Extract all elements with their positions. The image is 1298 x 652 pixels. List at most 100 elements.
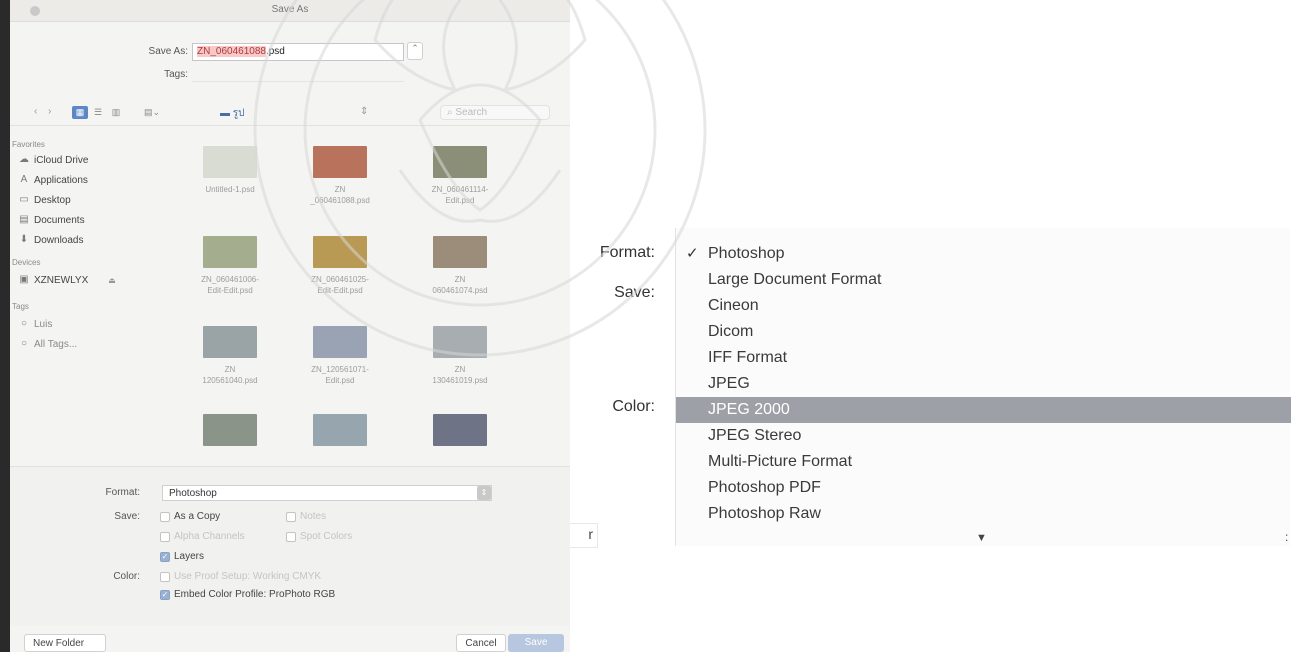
embed-color-profile-checkbox[interactable]: ✓ Embed Color Profile: ProPhoto RGB [160,589,335,600]
checkbox-label: Embed Color Profile: ProPhoto RGB [174,589,336,600]
checkmark-icon: ✓ [160,551,170,562]
folder-icon: ▬ [220,108,233,119]
tags-label: Tags: [164,69,188,80]
spot-colors-checkbox[interactable]: Spot Colors [286,531,352,542]
sidebar-item-all-tags[interactable]: ○ All Tags... [18,338,77,350]
location-chevron-icon[interactable]: ⇕ [360,106,368,117]
format-select[interactable]: Photoshop ⇕ [162,485,492,501]
checkmark-icon: ✓ [686,245,699,262]
checkbox-label: Layers [174,551,205,562]
file-name: Untitled-1.psd [205,185,255,194]
tags-field[interactable] [192,68,404,82]
file-item[interactable] [180,414,280,446]
sidebar-item-label: XZNEWLYX [34,274,89,286]
checkbox-label: Alpha Channels [174,531,245,542]
menu-item-label: JPEG [708,375,750,392]
file-thumbnail [313,326,367,358]
save-as-label: Save As: [148,46,188,57]
list-view-icon[interactable]: ☰ [90,106,106,119]
layers-checkbox[interactable]: ✓ Layers [160,551,204,562]
filename-input[interactable]: ZN_060461088.psd [192,43,404,61]
menu-item-label: Cineon [708,297,759,314]
icon-view-icon[interactable]: ▦ [72,106,88,119]
menu-item-dicom[interactable]: Dicom [676,319,1291,345]
notes-checkbox[interactable]: Notes [286,511,326,522]
file-item[interactable] [410,414,510,446]
menu-item-jpeg[interactable]: JPEG [676,371,1291,397]
expand-dialog-button[interactable]: ⌃ [407,42,423,60]
menu-item-photoshop-raw[interactable]: Photoshop Raw [676,501,1291,527]
file-thumbnail [203,414,257,446]
menu-item-label: JPEG 2000 [708,401,790,418]
back-icon[interactable]: ‹ [34,106,37,117]
menu-item-multi-picture-format[interactable]: Multi-Picture Format [676,449,1291,475]
file-item[interactable]: ZN _060461088.psd [290,146,390,206]
cropped-text: r [588,526,593,542]
file-name: ZN 060461074.psd [432,275,488,295]
select-arrows-icon: ⇕ [477,486,491,500]
sidebar-item-label: Documents [34,214,85,226]
checkbox-box [160,531,170,542]
file-item[interactable]: ZN_120561071- Edit.psd [290,326,390,386]
browser-toolbar: ‹ › ▦ ☰ ▥ ▤⌄ ▬ รูป ⇕ ⌕ Search [10,100,570,126]
eject-icon[interactable]: ⏏ [108,276,116,285]
format-menu-zoom: Format: Save: Color: ✓ Photoshop Large Do… [570,228,1298,548]
downloads-icon: ⬇ [19,234,29,245]
applications-icon: A [20,174,28,185]
location-popup[interactable]: ▬ รูป [220,106,245,121]
alpha-channels-checkbox[interactable]: Alpha Channels [160,531,245,542]
file-name: ZN_060461006- Edit-Edit.psd [201,275,259,295]
menu-item-cineon[interactable]: Cineon [676,293,1291,319]
as-a-copy-checkbox[interactable]: As a Copy [160,511,220,522]
checkbox-box [160,511,170,522]
sidebar-item-xznewlyx[interactable]: ▣ XZNEWLYX ⏏ [18,274,116,286]
file-thumbnail [433,236,487,268]
menu-item-jpeg-2000[interactable]: JPEG 2000 [676,397,1291,423]
menu-item-iff-format[interactable]: IFF Format [676,345,1291,371]
column-view-icon[interactable]: ▥ [108,106,124,119]
file-item[interactable]: ZN_060461006- Edit-Edit.psd [180,236,280,296]
forward-icon[interactable]: › [48,106,51,117]
disk-icon: ▣ [19,274,29,285]
sidebar-item-desktop[interactable]: ▭ Desktop [18,194,70,206]
file-thumbnail [203,146,257,178]
sidebar-item-applications[interactable]: A Applications [18,174,88,186]
sidebar-item-downloads[interactable]: ⬇ Downloads [18,234,84,246]
search-input[interactable]: ⌕ Search [440,105,550,120]
menu-item-label: JPEG Stereo [708,427,802,444]
sidebar-item-label: Applications [34,174,88,186]
use-proof-setup-checkbox[interactable]: Use Proof Setup: Working CMYK [160,571,321,582]
menu-item-label: Photoshop Raw [708,505,821,522]
file-item[interactable]: ZN_060461114- Edit.psd [410,146,510,206]
file-item[interactable]: Untitled-1.psd [180,146,280,195]
format-dropdown-menu: ✓ Photoshop Large Document Format Cineon … [675,228,1291,546]
cancel-button[interactable]: Cancel [456,634,506,652]
file-item[interactable]: ZN_060461025- Edit-Edit.psd [290,236,390,296]
file-item[interactable] [290,414,390,446]
sidebar-item-label: iCloud Drive [34,154,89,166]
save-as-dialog: Save As Save As: ZN_060461088.psd ⌃ Tags… [10,0,570,652]
checkbox-label: Use Proof Setup: Working CMYK [174,571,322,582]
format-value: Photoshop [169,488,217,499]
sidebar-item-documents[interactable]: ▤ Documents [18,214,85,226]
sidebar-item-tag-luis[interactable]: ○ Luis [18,318,52,330]
file-name: ZN_060461025- Edit-Edit.psd [311,275,369,295]
menu-item-photoshop[interactable]: ✓ Photoshop [676,241,1291,267]
save-button[interactable]: Save [508,634,564,652]
file-thumbnail [433,326,487,358]
menu-item-label: Photoshop PDF [708,479,821,496]
file-item[interactable]: ZN 060461074.psd [410,236,510,296]
menu-item-photoshop-pdf[interactable]: Photoshop PDF [676,475,1291,501]
sidebar-item-icloud-drive[interactable]: ☁ iCloud Drive [18,154,88,166]
menu-item-large-document-format[interactable]: Large Document Format [676,267,1291,293]
zoom-save-label: Save: [614,284,655,301]
sidebar: Favorites ☁ iCloud Drive A Applications ▭ D… [10,126,160,466]
file-item[interactable]: ZN 130461019.psd [410,326,510,386]
save-options-panel: Format: Photoshop ⇕ Save: As a Copy Note… [10,466,570,626]
file-name: ZN 120561040.psd [202,365,258,385]
new-folder-button[interactable]: New Folder [24,634,106,652]
file-item[interactable]: ZN 120561040.psd [180,326,280,386]
scroll-down-arrow-icon[interactable]: ▼ [976,532,987,544]
group-menu-icon[interactable]: ▤⌄ [140,106,164,119]
menu-item-jpeg-stereo[interactable]: JPEG Stereo [676,423,1291,449]
